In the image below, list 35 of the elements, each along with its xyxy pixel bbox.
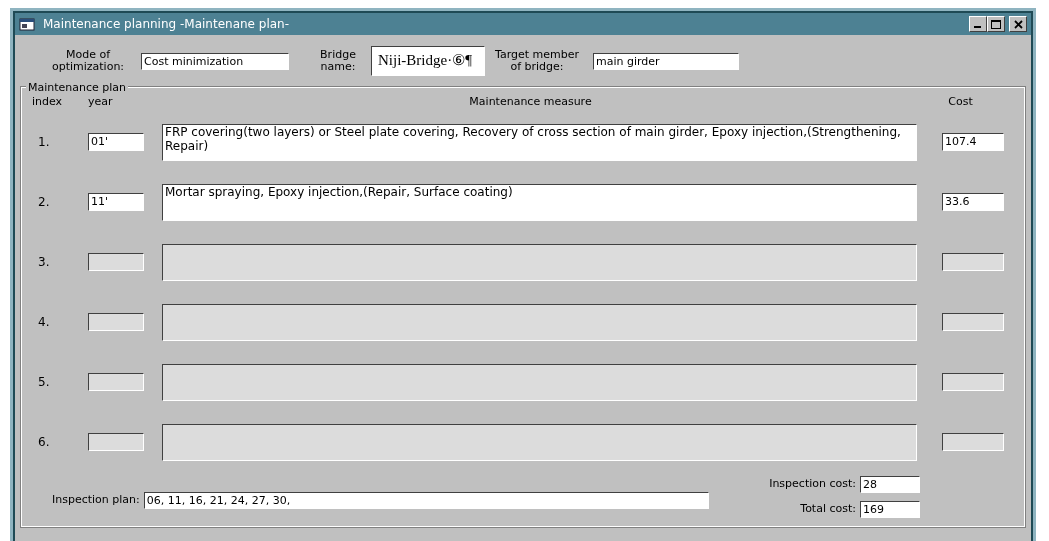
column-header: year	[88, 94, 113, 110]
column-header: Maintenance measure	[469, 94, 592, 110]
app-icon	[19, 17, 35, 31]
row-index: 6.	[38, 435, 50, 449]
inspection-cost-label: Inspection cost:	[769, 476, 856, 493]
window-title: Maintenance planning -Maintenane plan-	[43, 16, 290, 33]
minimize-button[interactable]	[969, 16, 987, 32]
mode-field[interactable]: Cost minimization	[141, 52, 289, 70]
measure-field[interactable]: Mortar spraying, Epoxy injection,(Repair, Surface coating)	[162, 183, 917, 221]
cost-field[interactable]: 33.6	[942, 193, 1004, 211]
row-index: 5.	[38, 375, 50, 389]
column-header: Cost	[948, 94, 973, 110]
bridge-name-field[interactable]: Niji-Bridge·⑥¶	[371, 46, 485, 76]
year-field[interactable]: 11'	[88, 193, 144, 211]
row-index: 4.	[38, 315, 50, 329]
row-index: 1.	[38, 135, 50, 149]
inspection-plan-field[interactable]: 06, 11, 16, 21, 24, 27, 30,	[143, 491, 709, 509]
close-button[interactable]	[1009, 16, 1027, 32]
bridge-name-label: Bridge name:	[319, 49, 357, 73]
maximize-button[interactable]	[987, 16, 1005, 32]
total-cost-field[interactable]: 169	[860, 501, 920, 518]
cost-field[interactable]: 107.4	[942, 133, 1004, 151]
inspection-cost-field[interactable]: 28	[860, 476, 920, 493]
close-icon	[1013, 19, 1023, 29]
inspection-plan-label: Inspection plan:	[52, 491, 140, 508]
measure-field[interactable]: FRP covering(two layers) or Steel plate covering, Recovery of cross section of main girder, Epoxy injection,(Strengthening, Repair)	[162, 123, 917, 161]
year-field[interactable]: 01'	[88, 133, 144, 151]
mode-label: Mode of optimization:	[50, 49, 126, 73]
column-header: index	[32, 94, 63, 110]
row-index: 3.	[38, 255, 50, 269]
maximize-icon	[991, 19, 1001, 29]
target-member-field[interactable]: main girder	[593, 52, 739, 70]
target-member-label: Target member of bridge:	[494, 49, 580, 73]
total-cost-label: Total cost:	[800, 501, 856, 518]
row-index: 2.	[38, 195, 50, 209]
